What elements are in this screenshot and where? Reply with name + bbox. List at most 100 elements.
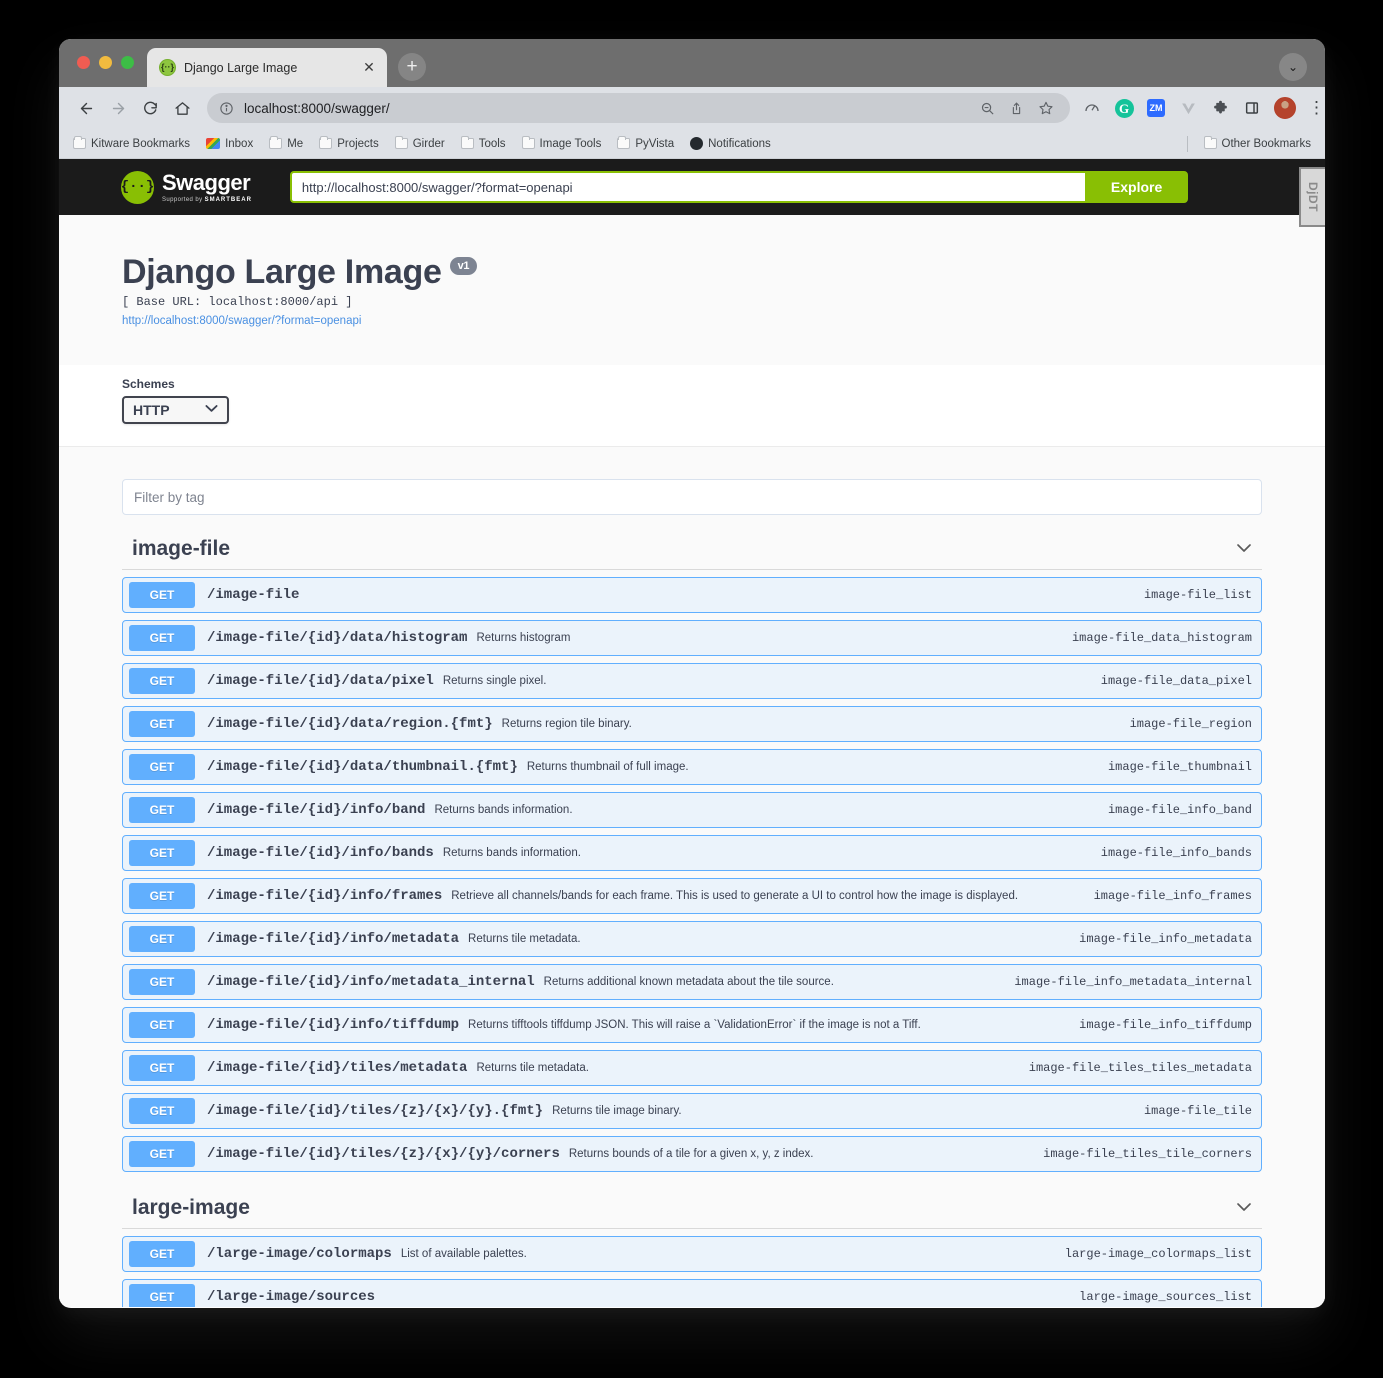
operation-description: Returns region tile binary. <box>501 718 632 730</box>
speedometer-extension-icon[interactable] <box>1082 98 1102 118</box>
operation-id: image-file_list <box>1143 588 1252 602</box>
tab-search-chevron-icon[interactable]: ⌄ <box>1279 53 1307 81</box>
operation-method-badge: GET <box>129 926 195 952</box>
zoom-out-icon[interactable] <box>980 101 995 116</box>
operation-method-badge: GET <box>129 840 195 866</box>
operation-row[interactable]: GET/image-file/{id}/info/metadata Returns… <box>122 921 1262 957</box>
browser-tab-title: Django Large Image <box>184 60 298 75</box>
spec-url-form: Explore <box>289 171 1189 203</box>
operation-row[interactable]: GET/image-file/{id}/info/tiffdump Returns… <box>122 1007 1262 1043</box>
browser-menu-icon[interactable]: ⋮ <box>1308 99 1325 116</box>
swagger-favicon-icon: {··} <box>159 59 176 76</box>
bookmark-inbox[interactable]: Inbox <box>206 138 253 150</box>
bookmark-label: Tools <box>478 137 506 150</box>
forward-button[interactable] <box>103 93 133 123</box>
operation-row[interactable]: GET/large-image/sources large-image_sourc… <box>122 1279 1262 1307</box>
spec-url-input[interactable] <box>289 171 1085 203</box>
operation-row[interactable]: GET/image-file/{id}/tiles/{z}/{x}/{y}/co… <box>122 1136 1262 1172</box>
explore-button[interactable]: Explore <box>1084 171 1189 203</box>
browser-tab[interactable]: {··} Django Large Image ✕ <box>147 48 387 87</box>
bookmark-girder[interactable]: Girder <box>394 136 445 150</box>
operation-row[interactable]: GET/image-file/{id}/info/frames Retrieve … <box>122 878 1262 914</box>
bookmark-notifications[interactable]: Notifications <box>690 137 771 150</box>
minimize-window-button[interactable] <box>99 56 112 69</box>
bookmark-me[interactable]: Me <box>269 136 303 150</box>
operation-description: Returns additional known metadata about … <box>543 976 834 988</box>
new-tab-button[interactable]: + <box>398 53 426 81</box>
maximize-window-button[interactable] <box>121 56 134 69</box>
operation-row[interactable]: GET/image-file/{id}/tiles/{z}/{x}/{y}.{f… <box>122 1093 1262 1129</box>
operation-description: Returns tile metadata. <box>476 1062 589 1074</box>
back-button[interactable] <box>71 93 101 123</box>
tag-sections: image-file GET/image-file image-file_list G… <box>122 537 1262 1307</box>
operation-row[interactable]: GET/image-file/{id}/info/band Returns ban… <box>122 792 1262 828</box>
bookmark-pyvista[interactable]: PyVista <box>617 136 674 150</box>
side-panel-icon[interactable] <box>1242 98 1262 118</box>
bookmark-tools[interactable]: Tools <box>460 136 506 150</box>
operation-description: Returns histogram <box>476 632 571 644</box>
operation-method-badge: GET <box>129 1284 195 1307</box>
operation-method-badge: GET <box>129 1141 195 1167</box>
operation-row[interactable]: GET/image-file/{id}/data/thumbnail.{fmt}… <box>122 749 1262 785</box>
puzzle-extensions-icon[interactable] <box>1210 98 1230 118</box>
omnibox-actions <box>980 100 1058 116</box>
reload-button[interactable] <box>135 93 165 123</box>
bookmark-label: Inbox <box>225 137 254 150</box>
bookmark-other-bookmarks[interactable]: Other Bookmarks <box>1203 136 1311 150</box>
grammarly-extension-icon[interactable]: G <box>1114 98 1134 118</box>
operation-row[interactable]: GET/image-file/{id}/data/pixel Returns si… <box>122 663 1262 699</box>
site-info-icon[interactable] <box>219 101 234 116</box>
bookmark-projects[interactable]: Projects <box>319 136 379 150</box>
bookmark-label: Kitware Bookmarks <box>91 137 191 150</box>
operation-method-badge: GET <box>129 1098 195 1124</box>
operation-row[interactable]: GET/image-file/{id}/data/histogram Return… <box>122 620 1262 656</box>
folder-icon <box>73 136 86 149</box>
operation-path: /image-file/{id}/tiles/{z}/{x}/{y}.{fmt} <box>207 1103 544 1119</box>
v-extension-icon[interactable] <box>1178 98 1198 118</box>
tag-header-image-file[interactable]: image-file <box>122 537 1262 570</box>
operation-path: /image-file/{id}/tiles/{z}/{x}/{y}/corne… <box>207 1146 560 1162</box>
operation-id: image-file_data_pixel <box>1100 674 1252 688</box>
operation-row[interactable]: GET/image-file/{id}/data/region.{fmt} Ret… <box>122 706 1262 742</box>
swagger-logo[interactable]: {··} Swagger Supported by SMARTBEAR <box>121 170 252 204</box>
zm-extension-icon[interactable]: ZM <box>1146 98 1166 118</box>
operation-description: Returns single pixel. <box>442 675 547 687</box>
bookmark-star-icon[interactable] <box>1038 100 1054 116</box>
home-button[interactable] <box>167 93 197 123</box>
operation-method-badge: GET <box>129 883 195 909</box>
share-icon[interactable] <box>1009 101 1024 116</box>
schemes-section: Schemes HTTP <box>59 365 1325 447</box>
swagger-tagline-prefix: Supported by <box>162 196 203 203</box>
chevron-down-icon[interactable] <box>1236 540 1252 558</box>
operation-row[interactable]: GET/image-file/{id}/info/bands Returns ba… <box>122 835 1262 871</box>
operation-method-badge: GET <box>129 625 195 651</box>
operation-method-badge: GET <box>129 754 195 780</box>
django-debug-toolbar-handle[interactable]: DjDT <box>1299 167 1325 227</box>
bookmark-image-tools[interactable]: Image Tools <box>521 136 601 150</box>
operation-row[interactable]: GET/image-file image-file_list <box>122 577 1262 613</box>
close-tab-icon[interactable]: ✕ <box>361 59 377 76</box>
bookmark-kitware-bookmarks[interactable]: Kitware Bookmarks <box>73 136 191 150</box>
operation-id: large-image_colormaps_list <box>1064 1247 1252 1261</box>
operation-row[interactable]: GET/large-image/colormaps List of availab… <box>122 1236 1262 1272</box>
operation-id: image-file_region <box>1129 717 1252 731</box>
operation-id: image-file_info_tiffdump <box>1079 1018 1252 1032</box>
folder-icon <box>319 136 333 149</box>
chevron-down-icon[interactable] <box>1236 1199 1252 1217</box>
schemes-select[interactable]: HTTP <box>122 396 229 424</box>
operation-row[interactable]: GET/image-file/{id}/info/metadata_intern… <box>122 964 1262 1000</box>
operation-path: /image-file/{id}/info/bands <box>207 845 434 861</box>
operation-row[interactable]: GET/image-file/{id}/tiles/metadata Return… <box>122 1050 1262 1086</box>
operation-description: Returns bands information. <box>434 804 573 816</box>
gmail-icon <box>206 138 221 149</box>
operation-id: image-file_thumbnail <box>1107 760 1252 774</box>
profile-avatar[interactable] <box>1274 97 1296 119</box>
operation-path: /image-file/{id}/data/region.{fmt} <box>207 716 493 732</box>
operation-method-badge: GET <box>129 1241 195 1267</box>
address-bar[interactable]: localhost:8000/swagger/ <box>207 93 1070 123</box>
api-spec-link[interactable]: http://localhost:8000/swagger/?format=op… <box>122 315 361 327</box>
tag-section-image-file: image-file GET/image-file image-file_list G… <box>122 537 1262 1174</box>
tag-header-large-image[interactable]: large-image <box>122 1196 1262 1229</box>
close-window-button[interactable] <box>77 56 90 69</box>
filter-by-tag-input[interactable] <box>122 479 1262 515</box>
